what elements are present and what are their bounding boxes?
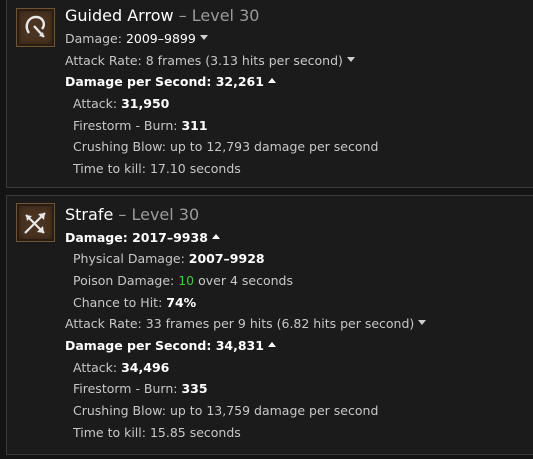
- poison-suffix: over 4 seconds: [198, 273, 293, 288]
- skill-title: Strafe – Level 30: [65, 205, 199, 224]
- collapse-up-icon[interactable]: [267, 342, 276, 347]
- skill-name: Strafe: [65, 205, 114, 224]
- attack-rate-row[interactable]: Attack Rate: 33 frames per 9 hits (6.82 …: [65, 316, 427, 332]
- ttk-label: Time to kill:: [73, 161, 146, 176]
- skill-title: Guided Arrow – Level 30: [65, 6, 259, 25]
- damage-label: Damage:: [65, 31, 122, 46]
- crushing-label: Crushing Blow:: [73, 139, 166, 154]
- physical-damage-row: Physical Damage: 2007–9928: [73, 251, 265, 267]
- firestorm-label: Firestorm - Burn:: [73, 118, 178, 133]
- attack-value: 34,496: [121, 360, 170, 375]
- attack-rate-label: Attack Rate:: [65, 53, 142, 68]
- damage-value: 2017–9938: [132, 230, 208, 245]
- attack-rate-value: 8 frames (3.13 hits per second): [145, 53, 343, 68]
- skill-panel-strafe: Strafe – Level 30 Damage: 2017–9938 Phys…: [6, 195, 533, 455]
- skill-level: – Level 30: [118, 205, 200, 224]
- dps-row[interactable]: Damage per Second: 34,831: [65, 338, 276, 354]
- time-to-kill-row: Time to kill: 17.10 seconds: [73, 161, 241, 177]
- dps-label: Damage per Second:: [65, 338, 212, 353]
- firestorm-label: Firestorm - Burn:: [73, 381, 178, 396]
- firestorm-value: 311: [181, 118, 208, 133]
- attack-rate-row[interactable]: Attack Rate: 8 frames (3.13 hits per sec…: [65, 53, 355, 69]
- ttk-label: Time to kill:: [73, 425, 146, 440]
- ttk-value: 15.85 seconds: [149, 425, 241, 440]
- skill-panel-guided-arrow: Guided Arrow – Level 30 Damage: 2009–989…: [6, 0, 533, 188]
- crushing-blow-row: Crushing Blow: up to 12,793 damage per s…: [73, 139, 378, 155]
- crushing-label: Crushing Blow:: [73, 403, 166, 418]
- damage-row[interactable]: Damage: 2009–9899: [65, 31, 208, 47]
- chance-to-hit-row: Chance to Hit: 74%: [73, 295, 196, 311]
- poison-label: Poison Damage:: [73, 273, 175, 288]
- firestorm-value: 335: [181, 381, 208, 396]
- strafe-icon: [16, 203, 55, 242]
- damage-value: 2009–9899: [125, 31, 196, 46]
- expand-down-icon[interactable]: [199, 35, 208, 40]
- damage-row[interactable]: Damage: 2017–9938: [65, 230, 220, 246]
- attack-row: Attack: 34,496: [73, 360, 169, 376]
- cth-value: 74%: [166, 295, 197, 310]
- cth-label: Chance to Hit:: [73, 295, 163, 310]
- crushing-blow-row: Crushing Blow: up to 13,759 damage per s…: [73, 403, 378, 419]
- collapse-up-icon[interactable]: [267, 78, 276, 83]
- attack-label: Attack:: [73, 360, 118, 375]
- guided-arrow-icon: [16, 8, 55, 47]
- skill-name: Guided Arrow: [65, 6, 174, 25]
- expand-down-icon[interactable]: [418, 320, 427, 325]
- attack-rate-value: 33 frames per 9 hits (6.82 hits per seco…: [145, 316, 415, 331]
- collapse-up-icon[interactable]: [211, 234, 220, 239]
- crushing-value: up to 12,793 damage per second: [169, 139, 379, 154]
- poison-damage-row: Poison Damage: 10 over 4 seconds: [73, 273, 293, 289]
- physical-value: 2007–9928: [188, 251, 265, 266]
- dps-value: 32,261: [215, 74, 264, 89]
- dps-row[interactable]: Damage per Second: 32,261: [65, 74, 276, 90]
- physical-label: Physical Damage:: [73, 251, 185, 266]
- attack-label: Attack:: [73, 96, 118, 111]
- skill-level: – Level 30: [178, 6, 260, 25]
- damage-label: Damage:: [65, 230, 128, 245]
- firestorm-row: Firestorm - Burn: 311: [73, 118, 208, 134]
- ttk-value: 17.10 seconds: [149, 161, 241, 176]
- crushing-value: up to 13,759 damage per second: [169, 403, 379, 418]
- attack-value: 31,950: [121, 96, 170, 111]
- dps-label: Damage per Second:: [65, 74, 212, 89]
- attack-row: Attack: 31,950: [73, 96, 169, 112]
- attack-rate-label: Attack Rate:: [65, 316, 142, 331]
- firestorm-row: Firestorm - Burn: 335: [73, 381, 208, 397]
- dps-value: 34,831: [215, 338, 264, 353]
- expand-down-icon[interactable]: [346, 57, 355, 62]
- poison-value: 10: [178, 273, 195, 288]
- time-to-kill-row: Time to kill: 15.85 seconds: [73, 425, 241, 441]
